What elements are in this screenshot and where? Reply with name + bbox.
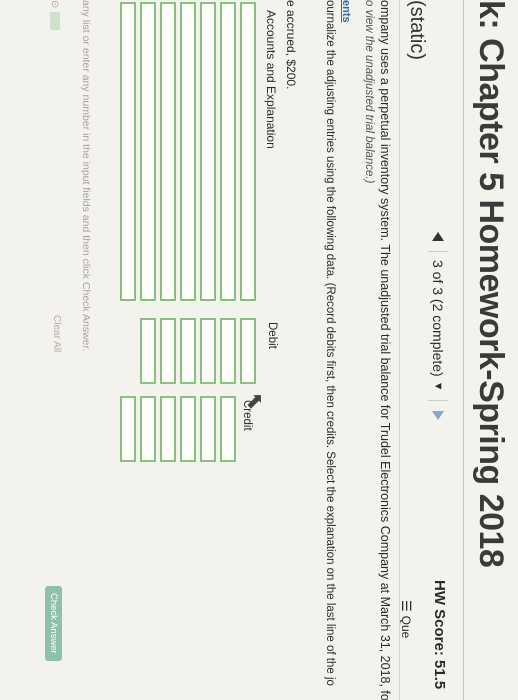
view-trial-balance-link[interactable]: o view the unadjusted trial balance.) (363, 0, 375, 183)
hint-icon: ⊙ (49, 0, 60, 9)
list-icon: ☰ (399, 600, 414, 612)
account-select-row-5[interactable] (160, 2, 176, 301)
previous-question-icon[interactable] (432, 232, 444, 241)
credit-input-row-4[interactable] (160, 396, 176, 462)
question-navigator: 3 of 3 (2 complete) ▼ (428, 232, 448, 420)
account-select-row-2[interactable] (220, 2, 236, 301)
debit-input-row-1[interactable] (240, 318, 256, 384)
col-header-debit: Debit (266, 322, 278, 349)
account-select-row-1[interactable] (240, 2, 256, 301)
debit-input-row-3[interactable] (200, 318, 216, 384)
chevron-down-icon: ▼ (432, 380, 444, 392)
question-help-button[interactable]: ☰ Que (398, 600, 414, 638)
question-progress-dropdown[interactable]: 3 of 3 (2 complete) ▼ (428, 251, 448, 401)
clear-all-button[interactable]: Clear All (51, 315, 62, 352)
debit-input-row-2[interactable] (220, 318, 236, 384)
credit-input-row-6[interactable] (120, 396, 136, 462)
col-header-accounts: Accounts and Explanation (264, 10, 278, 149)
instructions-text: ournalize the adjusting entries using th… (324, 0, 336, 686)
credit-input-row-1[interactable] (220, 396, 236, 462)
question-help-label: Que (399, 615, 413, 639)
account-select-row-6[interactable] (140, 2, 156, 301)
hw-score: HW Score: 51.5 (431, 580, 448, 690)
next-question-icon[interactable] (432, 410, 444, 420)
debit-input-row-6[interactable] (140, 318, 156, 384)
account-select-row-4[interactable] (180, 2, 196, 301)
static-label: (static) (406, 0, 428, 60)
credit-input-row-5[interactable] (140, 396, 156, 462)
credit-input-row-2[interactable] (200, 396, 216, 462)
credit-input-row-3[interactable] (180, 396, 196, 462)
status-badge (50, 12, 60, 30)
section-divider (399, 0, 400, 700)
title-divider (463, 0, 464, 700)
mouse-cursor-icon: ⬉ (243, 392, 268, 411)
rotated-screen: k: Chapter 5 Homework-Spring 2018 3 of 3… (0, 0, 518, 700)
problem-intro: ompany uses a perpetual inventory system… (378, 0, 392, 700)
requirements-tag: ents (340, 0, 352, 23)
account-select-row-3[interactable] (200, 2, 216, 301)
progress-text: 3 of 3 (2 complete) (430, 260, 446, 377)
account-select-row-7[interactable] (120, 2, 136, 301)
accrued-item-text: e accrued, $200. (284, 0, 298, 90)
check-answer-button[interactable]: Check Answer (45, 586, 62, 661)
page-title: k: Chapter 5 Homework-Spring 2018 (472, 0, 510, 568)
debit-input-row-5[interactable] (160, 318, 176, 384)
debit-input-row-4[interactable] (180, 318, 196, 384)
instruction-hint: any list or enter any number in the inpu… (80, 0, 92, 352)
